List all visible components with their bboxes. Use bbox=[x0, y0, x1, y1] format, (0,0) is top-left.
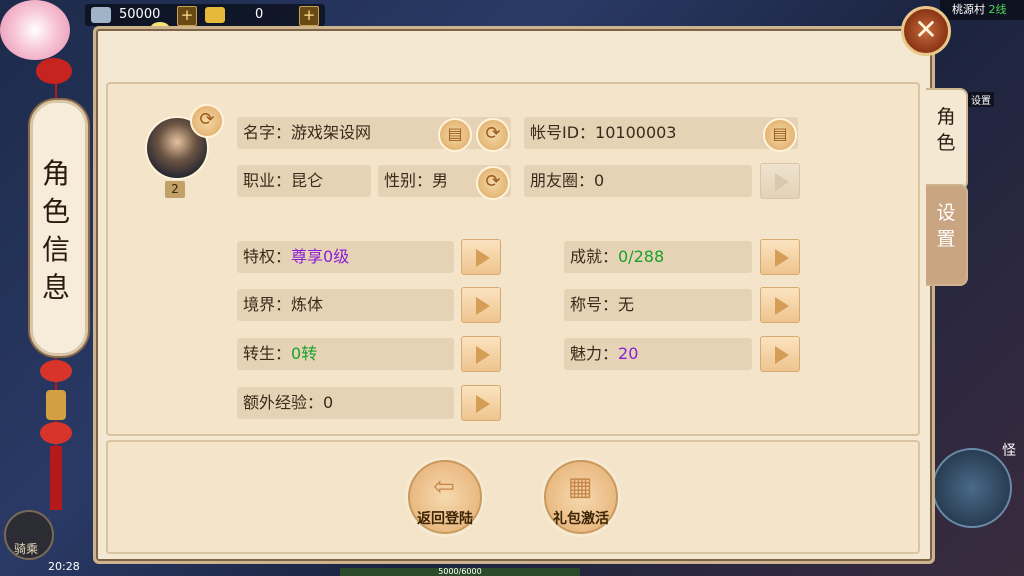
tassel-decoration bbox=[40, 360, 72, 510]
friends-arrow-button[interactable] bbox=[760, 163, 800, 199]
map-line: 2线 bbox=[988, 3, 1007, 16]
rebirth-label: 转生： bbox=[243, 344, 292, 363]
extra-exp-value: 0 bbox=[323, 393, 334, 412]
change-avatar-icon[interactable]: ⟳ bbox=[190, 104, 224, 138]
achievement-field: 成就：0/288 bbox=[564, 241, 752, 273]
add-gold-button[interactable]: + bbox=[299, 6, 319, 26]
job-label: 职业： bbox=[243, 171, 292, 190]
tab-settings[interactable]: 设置 bbox=[926, 184, 968, 286]
gift-box-icon: ▦ bbox=[567, 472, 593, 502]
add-silver-button[interactable]: + bbox=[177, 6, 197, 26]
realm-label: 境界： bbox=[243, 295, 292, 314]
privilege-field: 特权：尊享0级 bbox=[237, 241, 454, 273]
gold-amount: 0 bbox=[255, 7, 264, 22]
rebirth-arrow-button[interactable] bbox=[461, 336, 501, 372]
rename-icon[interactable]: ⟳ bbox=[476, 118, 510, 152]
job-field: 职业：昆仑 bbox=[237, 165, 371, 197]
close-button[interactable]: ✕ bbox=[901, 6, 951, 56]
silver-amount: 50000 bbox=[119, 7, 161, 22]
gift-activate-button[interactable]: ▦ 礼包激活 bbox=[544, 460, 618, 534]
name-value: 游戏架设网 bbox=[291, 123, 372, 142]
blossom-decoration bbox=[0, 0, 70, 60]
banner-title: 角色信息 bbox=[41, 157, 70, 304]
tab-settings-label: 设置 bbox=[936, 202, 956, 250]
realm-field: 境界：炼体 bbox=[237, 289, 454, 321]
extra-exp-arrow-button[interactable] bbox=[461, 385, 501, 421]
knot-decoration bbox=[36, 58, 72, 84]
charm-arrow-button[interactable] bbox=[760, 336, 800, 372]
achievement-value: 0/288 bbox=[618, 247, 665, 266]
job-value: 昆仑 bbox=[291, 171, 324, 190]
rebirth-field: 转生：0转 bbox=[237, 338, 454, 370]
extra-exp-label: 额外经验： bbox=[243, 393, 324, 412]
friends-label: 朋友圈： bbox=[530, 171, 595, 190]
name-label: 名字： bbox=[243, 123, 292, 142]
charm-field: 魅力：20 bbox=[564, 338, 752, 370]
achievement-arrow-button[interactable] bbox=[760, 239, 800, 275]
attack-skill-button[interactable] bbox=[932, 448, 1012, 528]
tab-character-label: 角色 bbox=[936, 106, 956, 154]
clock-time: 20:28 bbox=[48, 560, 80, 573]
charm-label: 魅力： bbox=[570, 344, 619, 363]
friends-field: 朋友圈：0 bbox=[524, 165, 752, 197]
account-label: 帐号ID： bbox=[530, 123, 596, 142]
silver-icon bbox=[91, 7, 111, 23]
account-value: 10100003 bbox=[595, 123, 677, 142]
mount-button[interactable]: 骑乘 bbox=[4, 510, 54, 560]
map-location: 桃源村 2线 bbox=[940, 0, 1024, 20]
copy-name-icon[interactable]: ▤ bbox=[438, 118, 472, 152]
action-area bbox=[106, 440, 920, 554]
change-gender-icon[interactable]: ⟳ bbox=[476, 166, 510, 200]
monster-label[interactable]: 怪 bbox=[1002, 440, 1016, 460]
gift-activate-label: 礼包激活 bbox=[553, 511, 609, 527]
exp-bar: 5000/6000 bbox=[340, 568, 580, 576]
back-to-login-button[interactable]: ⇦ 返回登陆 bbox=[408, 460, 482, 534]
currency-bar: 50000 + 0 + bbox=[85, 4, 325, 26]
gold-ingot-icon bbox=[205, 7, 225, 23]
title-field: 称号：无 bbox=[564, 289, 752, 321]
gender-label: 性别： bbox=[384, 171, 433, 190]
privilege-value: 尊享0级 bbox=[291, 247, 350, 266]
logout-icon: ⇦ bbox=[433, 472, 455, 502]
tab-character[interactable]: 角色 bbox=[926, 88, 968, 190]
account-field: 帐号ID：10100003 bbox=[524, 117, 798, 149]
rebirth-value: 0转 bbox=[291, 344, 318, 363]
copy-account-icon[interactable]: ▤ bbox=[763, 118, 797, 152]
privilege-arrow-button[interactable] bbox=[461, 239, 501, 275]
realm-value: 炼体 bbox=[291, 295, 324, 314]
title-arrow-button[interactable] bbox=[760, 287, 800, 323]
title-value: 无 bbox=[618, 295, 635, 314]
mount-label: 骑乘 bbox=[14, 542, 39, 556]
extra-exp-field: 额外经验：0 bbox=[237, 387, 454, 419]
gender-value: 男 bbox=[432, 171, 449, 190]
map-settings-hint[interactable]: 设置 bbox=[968, 92, 994, 107]
title-label: 称号： bbox=[570, 295, 619, 314]
map-location-name: 桃源村 bbox=[952, 3, 985, 16]
privilege-label: 特权： bbox=[243, 247, 292, 266]
achievement-label: 成就： bbox=[570, 247, 619, 266]
charm-value: 20 bbox=[618, 344, 639, 363]
friends-value: 0 bbox=[594, 171, 605, 190]
realm-arrow-button[interactable] bbox=[461, 287, 501, 323]
back-to-login-label: 返回登陆 bbox=[417, 511, 473, 527]
level-badge: 2 bbox=[165, 181, 185, 198]
